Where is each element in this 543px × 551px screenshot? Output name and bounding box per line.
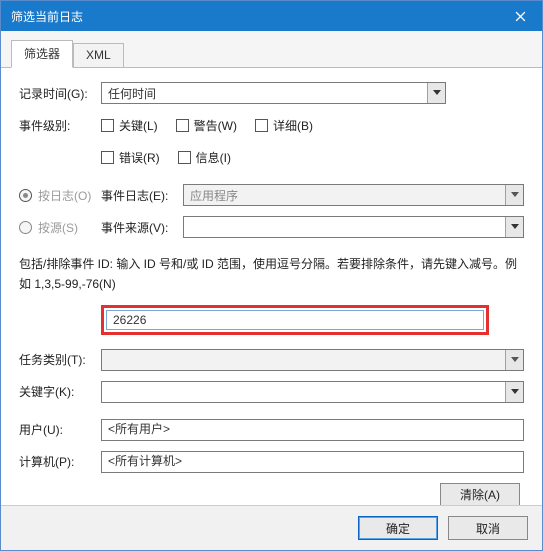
cancel-button[interactable]: 取消 [448, 516, 528, 540]
close-button[interactable] [498, 1, 542, 31]
close-icon [515, 11, 526, 22]
chk-critical[interactable]: 关键(L) [101, 117, 158, 134]
task-combo [101, 349, 524, 371]
timeframe-select[interactable]: 任何时间 [101, 82, 446, 104]
label-computer: 计算机(P): [19, 453, 101, 470]
event-id-input[interactable] [106, 310, 484, 330]
tab-filter[interactable]: 筛选器 [11, 40, 73, 68]
chk-info[interactable]: 信息(I) [178, 149, 231, 166]
clear-button[interactable]: 清除(A) [440, 483, 520, 507]
level-checks: 关键(L) 警告(W) 详细(B) [101, 117, 313, 134]
id-description: 包括/排除事件 ID: 输入 ID 号和/或 ID 范围，使用逗号分隔。若要排除… [19, 254, 524, 295]
label-user: 用户(U): [19, 421, 101, 438]
chevron-down-icon [427, 83, 445, 103]
filter-panel: 记录时间(G): 任何时间 事件级别: 关键(L) 警告(W) 详细(B) 错误… [1, 68, 542, 517]
chk-warning[interactable]: 警告(W) [176, 117, 237, 134]
chevron-down-icon [505, 185, 523, 205]
radio-bysource: 按源(S) [19, 219, 101, 236]
label-task: 任务类别(T): [19, 351, 101, 368]
keywords-combo[interactable] [101, 381, 524, 403]
event-id-highlight [101, 305, 489, 335]
label-eventsource: 事件来源(V): [101, 219, 183, 236]
label-logged: 记录时间(G): [19, 85, 101, 102]
user-input[interactable] [108, 422, 517, 436]
eventsource-input[interactable] [190, 220, 501, 234]
timeframe-value: 任何时间 [108, 85, 156, 102]
chevron-down-icon [505, 217, 523, 237]
chk-error[interactable]: 错误(R) [101, 149, 160, 166]
radio-icon [19, 221, 32, 234]
user-field[interactable] [101, 419, 524, 441]
eventlog-value: 应用程序 [190, 187, 238, 204]
computer-input[interactable] [108, 454, 517, 468]
window-title: 筛选当前日志 [11, 8, 83, 25]
tab-xml[interactable]: XML [73, 43, 124, 68]
tabs: 筛选器 XML [1, 31, 542, 68]
chevron-down-icon [505, 350, 523, 370]
label-keywords: 关键字(K): [19, 383, 101, 400]
label-eventlog: 事件日志(E): [101, 187, 183, 204]
eventlog-combo: 应用程序 [183, 184, 524, 206]
dialog-footer: 确定 取消 [1, 505, 542, 550]
keywords-input[interactable] [108, 385, 501, 399]
radio-icon [19, 189, 32, 202]
chk-verbose[interactable]: 详细(B) [255, 117, 313, 134]
titlebar: 筛选当前日志 [1, 1, 542, 31]
level-checks-2: 错误(R) 信息(I) [101, 149, 231, 166]
chevron-down-icon [505, 382, 523, 402]
ok-button[interactable]: 确定 [358, 516, 438, 540]
computer-field[interactable] [101, 451, 524, 473]
label-level: 事件级别: [19, 117, 101, 134]
eventsource-combo[interactable] [183, 216, 524, 238]
radio-bylog: 按日志(O) [19, 187, 101, 204]
